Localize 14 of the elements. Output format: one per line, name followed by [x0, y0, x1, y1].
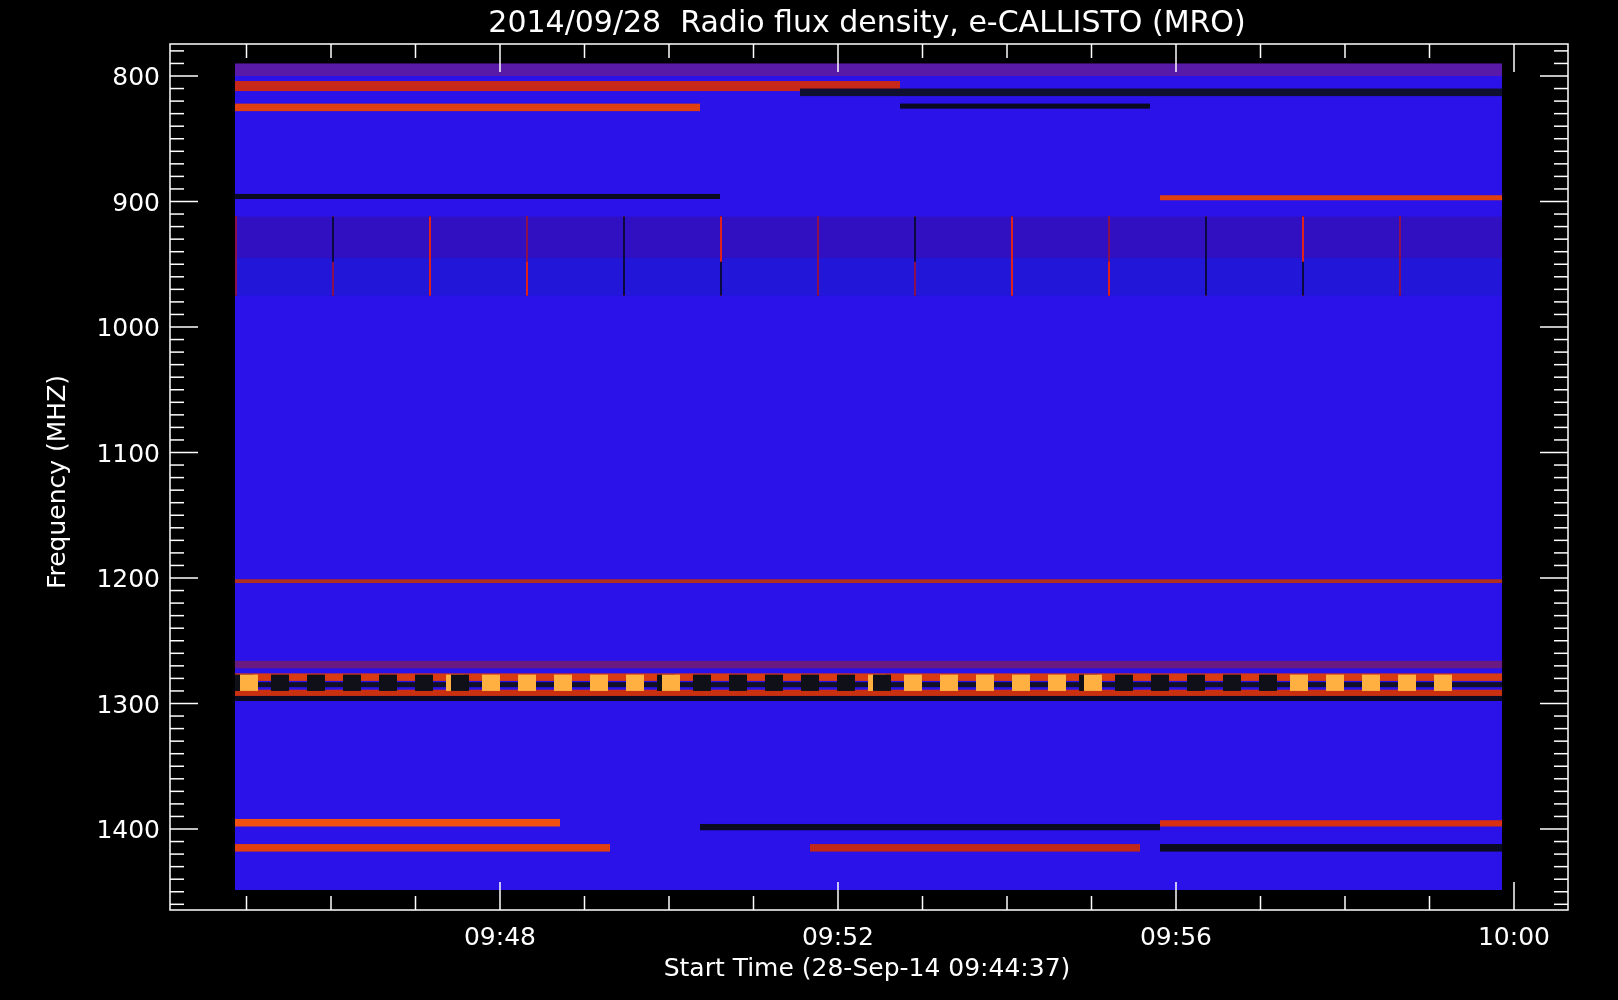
- y-tick-label: 1000: [96, 313, 160, 342]
- x-tick-label: 09:48: [464, 922, 536, 951]
- x-tick-label: 10:00: [1478, 922, 1550, 951]
- y-tick-label: 1400: [96, 815, 160, 844]
- y-tick-label: 1100: [96, 438, 160, 468]
- y-tick-label: 800: [112, 62, 160, 91]
- x-tick-label: 09:52: [802, 922, 874, 951]
- y-axis-label: Frequency (MHZ): [42, 374, 71, 590]
- x-tick-label: 09:56: [1140, 922, 1212, 951]
- x-axis-label: Start Time (28-Sep-14 09:44:37): [663, 953, 1071, 982]
- y-tick-label: 900: [112, 187, 160, 217]
- y-tick-label: 1200: [96, 564, 160, 593]
- chart-title: 2014/09/28 Radio flux density, e-CALLISTO (MRO): [488, 4, 1246, 39]
- y-tick-label: 1300: [96, 689, 160, 719]
